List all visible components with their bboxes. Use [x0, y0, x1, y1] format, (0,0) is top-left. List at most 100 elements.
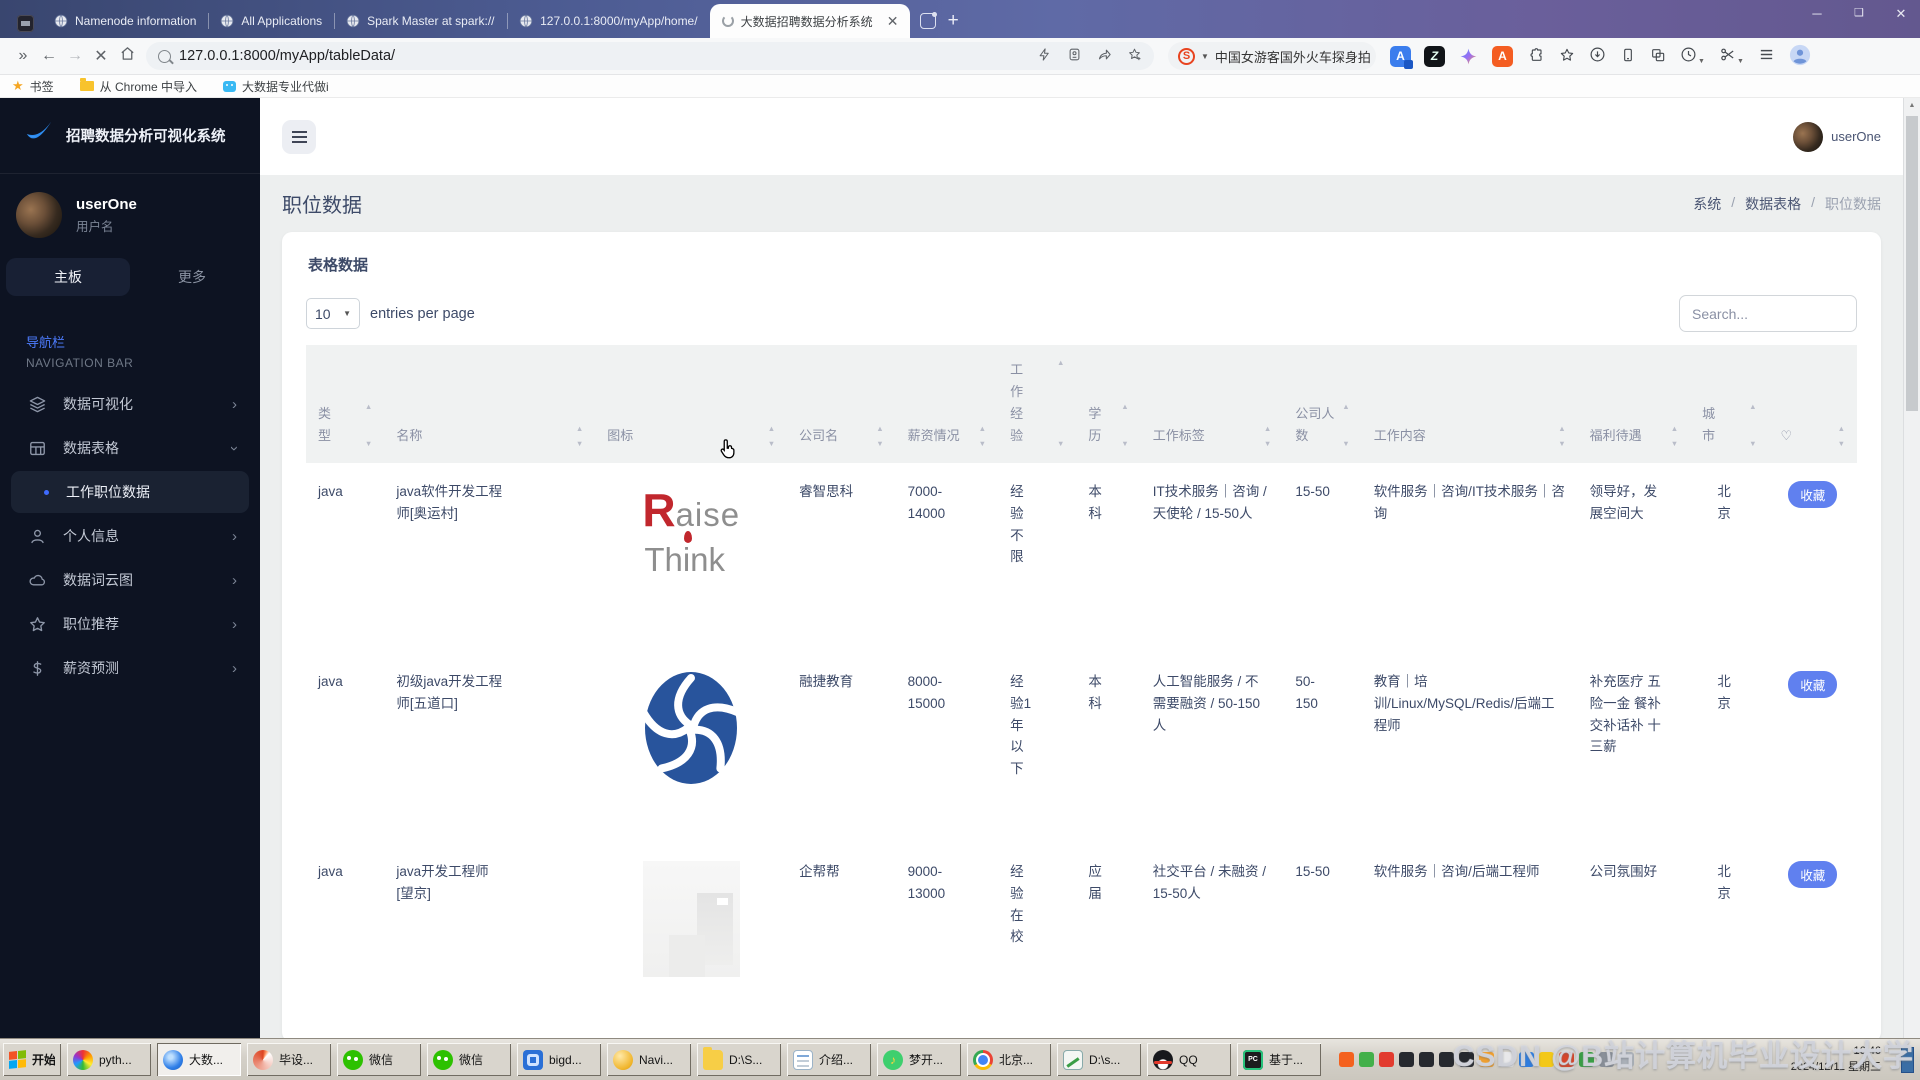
favorite-button[interactable]: 收藏 — [1788, 861, 1837, 888]
share-icon[interactable] — [1097, 47, 1112, 65]
back-icon[interactable]: ← — [36, 47, 62, 65]
new-tab-button[interactable]: + — [948, 11, 959, 30]
scrollbar-up-icon[interactable]: ▲ — [1904, 98, 1920, 113]
column-header[interactable]: 薪资情况▲▼ — [896, 345, 998, 463]
taskbar-button[interactable]: PC基于... — [1237, 1043, 1321, 1076]
taskbar-button[interactable]: 介绍... — [787, 1043, 871, 1076]
qq-tray-icon[interactable] — [1439, 1052, 1454, 1067]
taskbar-button[interactable]: 北京... — [967, 1043, 1051, 1076]
sort-arrows-icon[interactable]: ▲▼ — [1116, 403, 1128, 447]
tab-organize-icon[interactable] — [920, 13, 936, 29]
breadcrumb-item[interactable]: 数据表格 — [1745, 194, 1801, 214]
sidebar-item-table[interactable]: 数据表格› — [9, 426, 251, 470]
green-tray-icon[interactable] — [1359, 1052, 1374, 1067]
file-tray-icon[interactable] — [1499, 1052, 1514, 1067]
window-close-button[interactable]: ✕ — [1892, 6, 1910, 22]
pinned-tab[interactable] — [8, 8, 42, 38]
menu-icon[interactable] — [1758, 46, 1775, 66]
taskbar-button[interactable]: pyth... — [67, 1043, 151, 1076]
history-icon[interactable]: ▼ — [1680, 46, 1705, 66]
flame-tray-icon[interactable] — [1559, 1052, 1574, 1067]
taskbar-button[interactable]: QQ — [1147, 1043, 1231, 1076]
page-scrollbar[interactable]: ▲ — [1903, 98, 1920, 1038]
taskbar-button[interactable]: Navi... — [607, 1043, 691, 1076]
sidebar-toggle-button[interactable] — [282, 120, 316, 154]
sort-arrows-icon[interactable]: ▲▼ — [1052, 359, 1064, 447]
monitor-tray-icon[interactable] — [1619, 1052, 1634, 1067]
stop-icon[interactable]: ✕ — [88, 46, 114, 66]
a-extension-icon[interactable]: A — [1492, 46, 1513, 67]
column-header[interactable]: 学历▲▼ — [1076, 345, 1140, 463]
hot-search-text[interactable]: 中国女游客国外火车探身拍 — [1215, 47, 1371, 66]
sort-arrows-icon[interactable]: ▲▼ — [871, 425, 883, 447]
sort-arrows-icon[interactable]: ▲▼ — [571, 425, 583, 447]
browser-tab[interactable]: Namenode information — [42, 4, 208, 38]
taskbar-button[interactable]: 微信 — [337, 1043, 421, 1076]
column-header[interactable]: 图标▲▼ — [595, 345, 787, 463]
sidebar-item-cloud[interactable]: 数据词云图› — [9, 558, 251, 602]
breadcrumb-item[interactable]: 系统 — [1693, 194, 1721, 214]
browser-tab[interactable]: 大数据招聘数据分析系统✕ — [710, 4, 910, 38]
column-header[interactable]: ♡▲▼ — [1769, 345, 1858, 463]
show-desktop-icon[interactable] — [1901, 1047, 1914, 1073]
browser-tab[interactable]: All Applications — [208, 4, 334, 38]
bookmark-add-icon[interactable] — [1127, 47, 1142, 65]
sidebar-item-person[interactable]: 个人信息› — [9, 514, 251, 558]
sort-arrows-icon[interactable]: ▲▼ — [1337, 403, 1349, 447]
orange-file-tray-icon[interactable] — [1479, 1052, 1494, 1067]
translate-extension-icon[interactable]: A — [1390, 46, 1411, 67]
column-header[interactable]: 工作内容▲▼ — [1362, 345, 1578, 463]
z-extension-icon[interactable]: Z — [1424, 46, 1445, 67]
search-input[interactable] — [1679, 295, 1857, 332]
favorite-button[interactable]: 收藏 — [1788, 481, 1837, 508]
scrollbar-thumb[interactable] — [1906, 116, 1918, 411]
extensions-puzzle-icon[interactable] — [1529, 47, 1545, 66]
clip-icon[interactable]: ▼ — [1719, 46, 1744, 66]
gemini-extension-icon[interactable] — [1458, 46, 1479, 67]
downloads-icon[interactable] — [1589, 46, 1606, 66]
sort-arrows-icon[interactable]: ▲▼ — [1666, 425, 1678, 447]
taskbar-button[interactable]: bigd... — [517, 1043, 601, 1076]
tab-mirror-icon[interactable] — [1650, 47, 1666, 66]
taskbar-button[interactable]: D:\s... — [1057, 1043, 1141, 1076]
sort-arrows-icon[interactable]: ▲▼ — [1833, 425, 1845, 447]
tab-close-icon[interactable]: ✕ — [884, 12, 902, 30]
sidebar-item-dollar[interactable]: 薪资预测› — [9, 646, 251, 690]
sort-arrows-icon[interactable]: ▲▼ — [1553, 425, 1565, 447]
qq-tray-icon[interactable] — [1419, 1052, 1434, 1067]
sidebar-tab-more[interactable]: 更多 — [130, 258, 254, 296]
sort-arrows-icon[interactable]: ▲▼ — [1744, 403, 1756, 447]
lightning-icon[interactable] — [1037, 47, 1052, 65]
red-tray-icon[interactable] — [1379, 1052, 1394, 1067]
taskbar-button[interactable]: ♪梦开... — [877, 1043, 961, 1076]
window-maximize-button[interactable]: ❑ — [1850, 6, 1868, 22]
bookmark-star-icon[interactable] — [1559, 47, 1575, 66]
browser-tab[interactable]: 127.0.0.1:8000/myApp/home/ — [507, 4, 709, 38]
bookmark-item[interactable]: 大数据专业代做i — [223, 78, 329, 95]
gray-tray-icon[interactable] — [1599, 1052, 1614, 1067]
sidebar-tab-main[interactable]: 主板 — [6, 258, 130, 296]
start-button[interactable]: 开始 — [3, 1043, 61, 1076]
taskbar-button[interactable]: 大数... — [157, 1043, 241, 1076]
key-tray-icon[interactable] — [1539, 1052, 1554, 1067]
browser-tab[interactable]: Spark Master at spark://bigd — [334, 4, 507, 38]
entries-per-page-select[interactable]: 10 ▼ — [306, 298, 360, 329]
taskbar-button[interactable]: D:\S... — [697, 1043, 781, 1076]
bookmark-item[interactable]: ★书签 — [12, 78, 54, 95]
qq-tray-icon[interactable] — [1399, 1052, 1414, 1067]
phone-icon[interactable] — [1620, 47, 1636, 66]
address-bar[interactable]: 127.0.0.1:8000/myApp/tableData/ — [146, 42, 1154, 70]
column-header[interactable]: 城市▲▼ — [1690, 345, 1768, 463]
bookmark-item[interactable]: 从 Chrome 中导入 — [80, 78, 197, 95]
sort-arrows-icon[interactable]: ▲▼ — [1259, 425, 1271, 447]
column-header[interactable]: 福利待遇▲▼ — [1578, 345, 1691, 463]
shield-tray-icon[interactable] — [1519, 1052, 1534, 1067]
forward-icon[interactable]: → — [62, 47, 88, 65]
sogou-tray-icon[interactable] — [1339, 1052, 1354, 1067]
profile-icon[interactable] — [1789, 44, 1811, 69]
column-header[interactable]: 公司名▲▼ — [787, 345, 895, 463]
column-header[interactable]: 工作经验▲▼ — [998, 345, 1076, 463]
column-header[interactable]: 名称▲▼ — [384, 345, 595, 463]
overflow-chevrons-icon[interactable]: » — [10, 47, 36, 65]
home-icon[interactable] — [114, 45, 140, 67]
